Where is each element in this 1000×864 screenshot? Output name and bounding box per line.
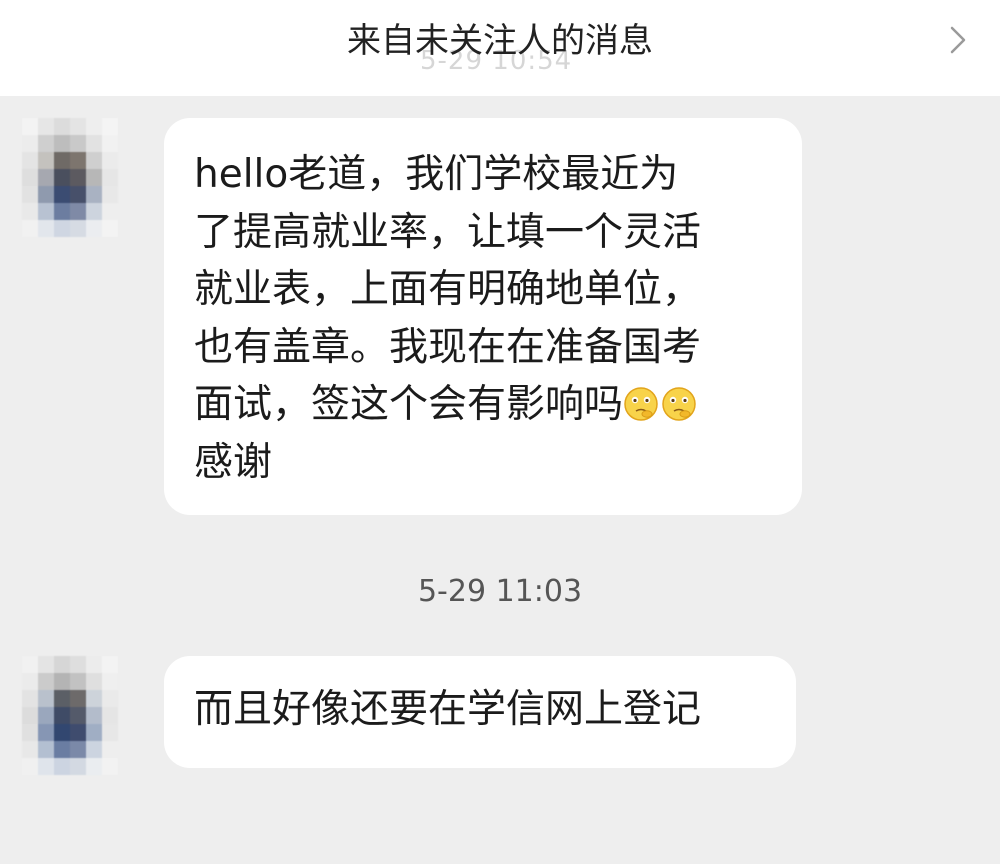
sender-avatar[interactable] [22,118,118,238]
message-text: 而且好像还要在学信网上登记 [194,687,702,732]
sender-avatar[interactable] [22,656,118,776]
thinking-face-icon [662,387,696,421]
header-bar: 5-29 10:54 来自未关注人的消息 [0,0,1000,96]
thinking-face-icon [624,387,658,421]
message-text-tail: 感谢 [194,439,273,485]
message-bubble[interactable]: hello老道，我们学校最近为 了提高就业率，让填一个灵活 就业表，上面有明确地… [164,118,802,515]
message-timestamp: 5-29 11:03 [417,574,583,609]
message-text: hello老道，我们学校最近为 了提高就业率，让填一个灵活 就业表，上面有明确地… [194,146,802,491]
message-bubble[interactable]: 而且好像还要在学信网上登记 [164,656,796,768]
chevron-right-icon[interactable] [946,22,970,58]
page-title: 来自未关注人的消息 [347,21,653,61]
